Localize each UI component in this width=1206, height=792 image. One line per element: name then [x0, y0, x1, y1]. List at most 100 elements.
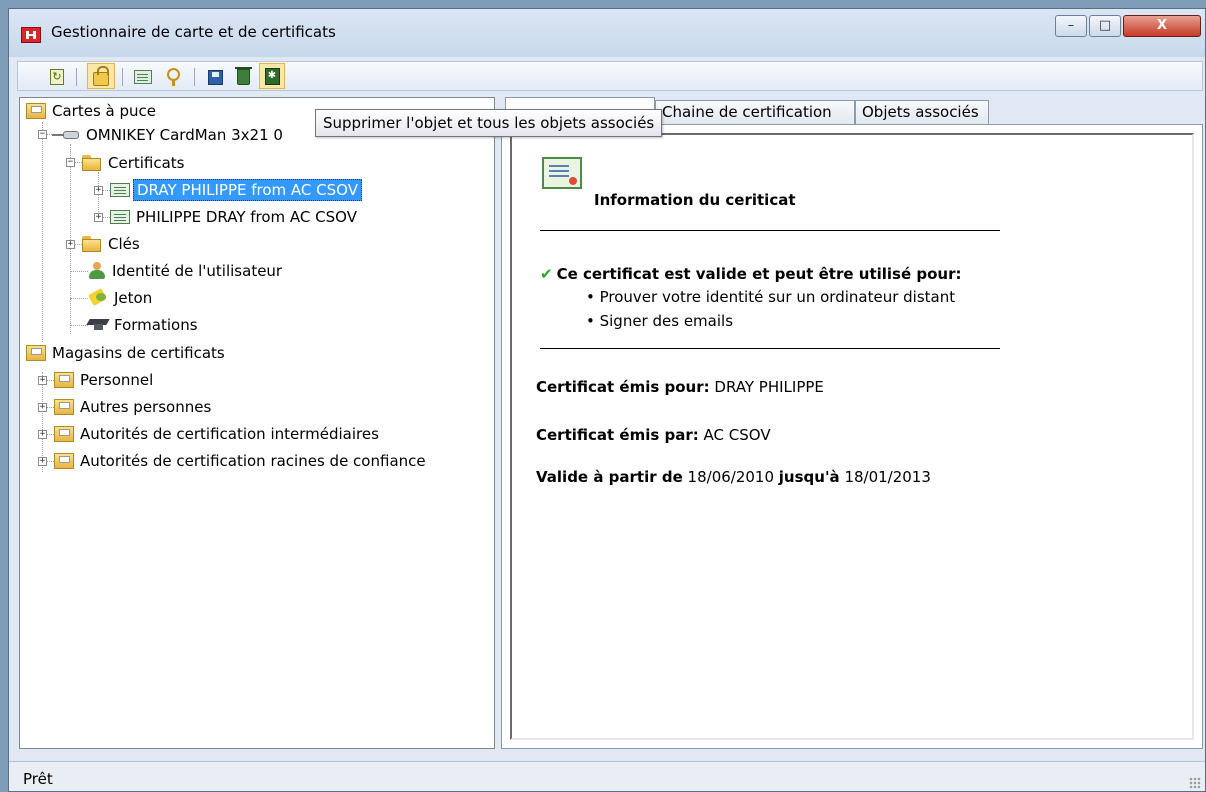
- collapse-toggle[interactable]: −: [38, 130, 47, 139]
- tree-item-label: Autorités de certification racines de co…: [80, 452, 426, 470]
- expand-toggle[interactable]: +: [94, 213, 103, 222]
- tree-item-user-identity[interactable]: Identité de l'utilisateur: [88, 260, 282, 282]
- tree-item-label: Personnel: [80, 371, 154, 389]
- tree-item-label: Identité de l'utilisateur: [112, 262, 283, 280]
- valid-from-label: Valide à partir de: [536, 468, 683, 486]
- store-folder-icon: [54, 426, 74, 442]
- tree-item-label: Certificats: [108, 154, 185, 172]
- purpose-item: • Signer des emails: [586, 312, 734, 330]
- tree-item-token[interactable]: Jeton: [88, 287, 152, 309]
- details-area: Chaine de certification Objets associés …: [501, 97, 1203, 749]
- issued-to-label: Certificat émis pour:: [536, 378, 710, 396]
- save-icon: [207, 69, 223, 85]
- expand-toggle[interactable]: +: [38, 457, 47, 466]
- validity-field: Valide à partir de 18/06/2010 jusqu'à 18…: [536, 468, 931, 486]
- certificate-icon: [542, 157, 582, 189]
- tree-item-trainings[interactable]: Formations: [88, 314, 198, 336]
- minimize-button[interactable]: –: [1055, 15, 1087, 37]
- collapse-toggle[interactable]: −: [66, 158, 75, 167]
- issued-by-field: Certificat émis par: AC CSOV: [536, 426, 771, 444]
- delete-button[interactable]: [232, 66, 254, 88]
- save-button[interactable]: [204, 66, 226, 88]
- delete-all-button[interactable]: ✱: [259, 63, 285, 89]
- lock-icon: [93, 65, 109, 86]
- tree-item-other-people[interactable]: Autres personnes: [54, 396, 211, 418]
- user-icon: [88, 262, 106, 280]
- status-bar: Prêt: [9, 761, 1205, 791]
- tree-view[interactable]: − − + + + + + + + Cartes à puce OMNIKEY …: [19, 97, 495, 749]
- tab-panel: Information du ceriticat ✔ Ce certificat …: [501, 124, 1203, 749]
- valid-statement: ✔ Ce certificat est valide et peut être u…: [540, 265, 962, 283]
- tree-item-label: Autorités de certification intermédiaire…: [80, 425, 379, 443]
- store-folder-icon: [54, 372, 74, 388]
- window-title: Gestionnaire de carte et de certificats: [51, 23, 336, 41]
- expand-toggle[interactable]: +: [38, 376, 47, 385]
- toolbar-separator: [122, 68, 123, 86]
- store-folder-icon: [26, 345, 46, 361]
- maximize-button[interactable]: □: [1089, 15, 1121, 37]
- tree-item-certificates[interactable]: Certificats: [82, 152, 185, 174]
- tree-item-label: Clés: [108, 235, 140, 253]
- store-folder-icon: [54, 399, 74, 415]
- purpose-item: • Prouver votre identité sur un ordinate…: [586, 288, 956, 306]
- smartcard-folder-icon: [26, 103, 46, 119]
- card-reader-icon: [52, 130, 80, 140]
- keys-folder-icon: [82, 236, 102, 252]
- tree-item-cert-philippe-dray[interactable]: PHILIPPE DRAY from AC CSOV: [110, 206, 357, 228]
- app-icon: [21, 27, 41, 43]
- graduation-cap-icon: [88, 318, 108, 332]
- issued-to-field: Certificat émis pour: DRAY PHILIPPE: [536, 378, 824, 396]
- tree-item-label: Formations: [114, 316, 198, 334]
- folder-icon: [82, 155, 102, 171]
- close-button[interactable]: X: [1123, 15, 1201, 37]
- certificate-icon: [110, 183, 130, 197]
- resize-grip-icon[interactable]: [1189, 777, 1201, 789]
- toolbar-separator: [194, 68, 195, 86]
- status-text: Prêt: [23, 770, 53, 788]
- tree-item-label: Jeton: [114, 289, 153, 307]
- keys-icon: [165, 68, 181, 86]
- tree-item-label: OMNIKEY CardMan 3x21 0: [86, 126, 283, 144]
- expand-toggle[interactable]: +: [94, 186, 103, 195]
- tree-line: [70, 298, 88, 299]
- delete-all-icon: ✱: [264, 67, 280, 85]
- checkmark-icon: ✔: [540, 265, 553, 283]
- certificate-button[interactable]: [132, 66, 154, 88]
- lock-button[interactable]: [87, 63, 115, 89]
- refresh-button[interactable]: ↻: [46, 66, 68, 88]
- valid-to-label: jusqu'à: [778, 468, 840, 486]
- tab-related-objects[interactable]: Objets associés: [855, 100, 989, 124]
- tree-item-cert-dray-philippe[interactable]: DRAY PHILIPPE from AC CSOV: [110, 179, 362, 201]
- issued-to-value: DRAY PHILIPPE: [709, 378, 824, 396]
- expand-toggle[interactable]: +: [66, 240, 75, 249]
- tree-line: [70, 271, 88, 272]
- expand-toggle[interactable]: +: [38, 403, 47, 412]
- divider: [540, 230, 1000, 231]
- divider: [540, 348, 1000, 349]
- keys-button[interactable]: [162, 66, 184, 88]
- valid-to-value: 18/01/2013: [839, 468, 931, 486]
- valid-statement-text: Ce certificat est valide et peut être ut…: [556, 265, 962, 283]
- valid-from-value: 18/06/2010: [682, 468, 779, 486]
- tree-line: [70, 325, 88, 326]
- tree-item-label: Magasins de certificats: [52, 344, 225, 362]
- tree-item-personal[interactable]: Personnel: [54, 369, 153, 391]
- tree-item-smart-cards[interactable]: Cartes à puce: [26, 100, 156, 122]
- expand-toggle[interactable]: +: [38, 430, 47, 439]
- info-heading: Information du ceriticat: [594, 191, 796, 209]
- tree-item-reader[interactable]: OMNIKEY CardMan 3x21 0: [52, 124, 283, 146]
- title-bar: Gestionnaire de carte et de certificats …: [9, 9, 1205, 57]
- app-window: Gestionnaire de carte et de certificats …: [8, 8, 1206, 792]
- tree-item-label: PHILIPPE DRAY from AC CSOV: [136, 208, 357, 226]
- toolbar: ↻ ✱: [17, 61, 1203, 91]
- tree-item-cert-stores[interactable]: Magasins de certificats: [26, 342, 225, 364]
- issued-by-label: Certificat émis par:: [536, 426, 699, 444]
- certificate-icon: [134, 70, 152, 84]
- tree-item-label: Cartes à puce: [52, 102, 156, 120]
- toolbar-separator: [76, 68, 77, 86]
- delete-icon: [234, 67, 252, 85]
- tab-certification-chain[interactable]: Chaine de certification: [655, 100, 855, 124]
- tree-item-intermediate-ca[interactable]: Autorités de certification intermédiaire…: [54, 423, 379, 445]
- tree-item-root-ca[interactable]: Autorités de certification racines de co…: [54, 450, 426, 472]
- tree-item-keys[interactable]: Clés: [82, 233, 140, 255]
